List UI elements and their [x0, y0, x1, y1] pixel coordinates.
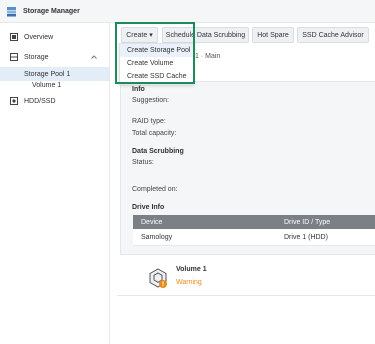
volume-title: Volume 1 [176, 266, 207, 273]
sidebar-item-hdd-ssd[interactable]: HDD/SSD [0, 94, 109, 108]
drive-table-header: Device Drive ID / Type [133, 215, 375, 229]
ssd-cache-advisor-button[interactable]: SSD Cache Advisor [297, 27, 369, 43]
device-cell: Samology [141, 233, 173, 241]
window-title: Storage Manager [23, 7, 80, 15]
volume-warning-icon [149, 268, 167, 288]
raid-type-label: RAID type: [132, 118, 166, 125]
storage-manager-icon [7, 6, 16, 16]
pool-title: 1 · Main [195, 53, 221, 60]
device-column-header: Device [141, 218, 163, 226]
hot-spare-button[interactable]: Hot Spare [252, 27, 294, 43]
highlight-box [115, 22, 195, 84]
status-label: Status: [132, 159, 154, 166]
completed-on-label: Completed on: [132, 186, 178, 193]
title-bar: Storage Manager [0, 0, 375, 23]
sidebar-item-volume-1[interactable]: Volume 1 [0, 78, 109, 92]
storage-icon [10, 53, 18, 61]
drive-id-cell: Drive 1 (HDD) [284, 233, 328, 241]
drive-id-column-header: Drive ID / Type [284, 218, 331, 226]
data-scrubbing-heading: Data Scrubbing [132, 148, 184, 155]
volume-status: Warning [176, 279, 202, 286]
table-row[interactable]: Samology Drive 1 (HDD) [133, 229, 375, 246]
hot-spare-label: Hot Spare [257, 31, 289, 39]
sidebar-item-label: Volume 1 [32, 81, 62, 89]
ssd-cache-advisor-label: SSD Cache Advisor [302, 31, 364, 39]
sidebar-item-label: Overview [24, 33, 54, 41]
total-capacity-label: Total capacity: [132, 130, 177, 137]
info-heading: Info [132, 86, 145, 93]
drive-info-heading: Drive Info [132, 204, 165, 211]
sidebar-item-storage[interactable]: Storage [0, 50, 109, 64]
sidebar-item-label: Storage [24, 53, 49, 61]
suggestion-label: Suggestion: [132, 97, 169, 104]
sidebar-item-label: Storage Pool 1 [24, 70, 71, 78]
hdd-icon [10, 97, 18, 105]
chevron-up-icon[interactable] [90, 53, 98, 61]
sidebar-item-label: HDD/SSD [24, 97, 56, 105]
sidebar-item-overview[interactable]: Overview [0, 30, 109, 44]
sidebar: Overview Storage Storage Pool 1 Volume 1… [0, 23, 110, 344]
overview-icon [10, 33, 18, 41]
